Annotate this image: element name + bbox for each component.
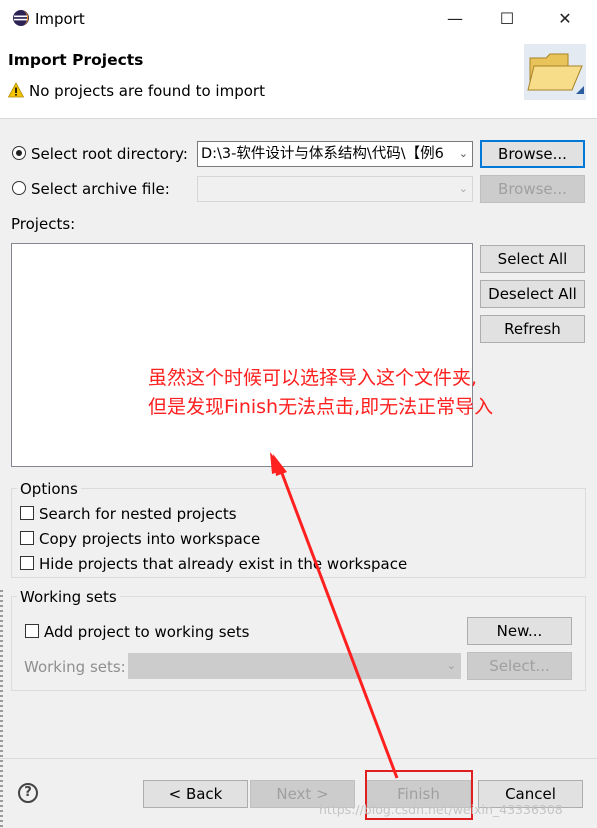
- chevron-down-icon: ⌄: [458, 182, 468, 195]
- working-sets-combo[interactable]: ⌄: [128, 653, 461, 679]
- refresh-button[interactable]: Refresh: [480, 315, 585, 343]
- root-directory-label: Select root directory:: [31, 145, 188, 163]
- back-button[interactable]: < Back: [143, 780, 248, 808]
- add-to-working-sets-checkbox[interactable]: [25, 624, 39, 638]
- root-directory-value: D:\3-软件设计与体系结构\代码\【例6: [201, 146, 444, 162]
- copy-projects-label: Copy projects into workspace: [39, 530, 261, 548]
- minimize-icon[interactable]: —: [440, 6, 470, 32]
- folder-icon: [524, 44, 586, 100]
- annotation-line-1: 虽然这个时候可以选择导入这个文件夹,: [148, 367, 478, 389]
- chevron-down-icon: ⌄: [455, 142, 468, 166]
- deselect-all-button[interactable]: Deselect All: [480, 280, 585, 308]
- hide-existing-checkbox[interactable]: [20, 556, 34, 570]
- projects-label: Projects:: [11, 215, 76, 233]
- close-icon[interactable]: ✕: [550, 6, 580, 32]
- annotation-text: 虽然这个时候可以选择导入这个文件夹, 但是发现Finish无法点击,即无法正常导…: [148, 364, 493, 422]
- options-title: Options: [17, 480, 81, 498]
- copy-projects-checkbox[interactable]: [20, 531, 34, 545]
- nested-projects-checkbox[interactable]: [20, 506, 34, 520]
- projects-list[interactable]: [11, 243, 473, 467]
- working-sets-label: Working sets:: [24, 658, 126, 676]
- status-message: No projects are found to import: [29, 82, 265, 100]
- watermark: https://blog.csdn.net/weixin_43336308: [319, 802, 563, 817]
- help-icon[interactable]: ?: [18, 783, 38, 803]
- new-working-set-button[interactable]: New...: [467, 617, 572, 645]
- root-directory-radio[interactable]: [12, 146, 26, 160]
- footer-separator: [0, 758, 597, 759]
- archive-file-combo[interactable]: ⌄: [197, 176, 473, 202]
- nested-projects-label: Search for nested projects: [39, 505, 237, 523]
- window-title: Import: [35, 10, 85, 28]
- hide-existing-label: Hide projects that already exist in the …: [39, 555, 408, 573]
- warning-icon: [8, 82, 24, 98]
- archive-file-label: Select archive file:: [31, 180, 170, 198]
- select-all-button[interactable]: Select All: [480, 245, 585, 273]
- window-edge: [0, 590, 3, 828]
- chevron-down-icon: ⌄: [446, 659, 456, 672]
- working-sets-title: Working sets: [17, 588, 120, 606]
- root-browse-button[interactable]: Browse...: [480, 140, 585, 168]
- add-to-working-sets-label: Add project to working sets: [44, 623, 250, 641]
- select-working-sets-button[interactable]: Select...: [467, 652, 572, 680]
- root-directory-combo[interactable]: D:\3-软件设计与体系结构\代码\【例6 ⌄: [197, 141, 473, 167]
- maximize-icon[interactable]: ☐: [492, 6, 522, 32]
- eclipse-icon: [13, 10, 29, 26]
- archive-browse-button[interactable]: Browse...: [480, 175, 585, 203]
- page-title: Import Projects: [8, 51, 144, 69]
- annotation-line-2: 但是发现Finish无法点击,即无法正常导入: [148, 396, 494, 418]
- archive-file-radio[interactable]: [12, 181, 26, 195]
